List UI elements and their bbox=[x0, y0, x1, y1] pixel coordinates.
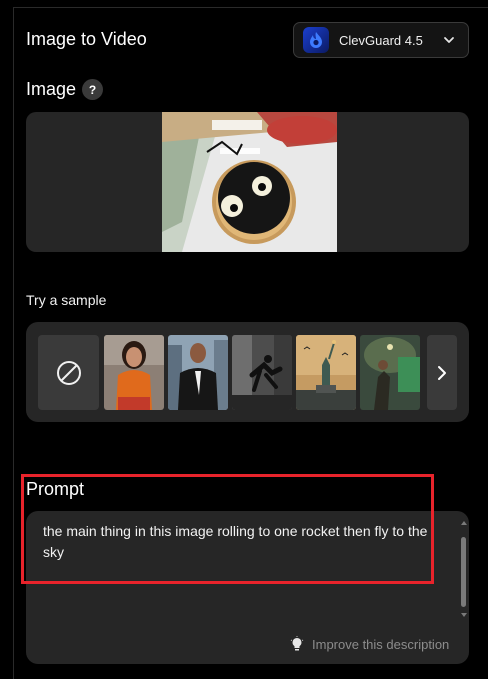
image-upload-panel[interactable] bbox=[26, 112, 469, 252]
prompt-textarea[interactable]: the main thing in this image rolling to … bbox=[26, 511, 469, 664]
prompt-scrollbar[interactable] bbox=[459, 521, 467, 619]
sample-man-suit[interactable] bbox=[168, 335, 228, 410]
image-heading: Image bbox=[26, 79, 77, 99]
lightbulb-icon bbox=[290, 636, 304, 651]
clevguard-logo-icon bbox=[303, 27, 329, 53]
sample-next-button[interactable] bbox=[427, 335, 457, 410]
scrollbar-thumb[interactable] bbox=[461, 537, 466, 607]
model-select-label: ClevGuard 4.5 bbox=[339, 32, 423, 48]
no-sample-button[interactable] bbox=[38, 335, 99, 410]
improve-description-button[interactable]: Improve this description bbox=[290, 636, 449, 652]
uploaded-image-preview bbox=[162, 112, 337, 252]
page-title: Image to Video bbox=[26, 29, 147, 49]
sample-subway-runner[interactable] bbox=[360, 335, 420, 410]
sample-label: Try a sample bbox=[26, 292, 107, 308]
prompt-text[interactable]: the main thing in this image rolling to … bbox=[43, 521, 438, 563]
model-select[interactable]: ClevGuard 4.5 bbox=[293, 22, 469, 58]
sample-runner-city[interactable] bbox=[232, 335, 292, 410]
scroll-up-icon[interactable] bbox=[461, 521, 467, 525]
sample-strip bbox=[26, 322, 469, 422]
sample-woman-orange-top[interactable] bbox=[104, 335, 164, 410]
sample-statue-of-liberty[interactable] bbox=[296, 335, 356, 410]
chevron-down-icon bbox=[442, 33, 456, 52]
scroll-down-icon[interactable] bbox=[461, 613, 467, 617]
top-divider bbox=[13, 7, 488, 8]
help-icon[interactable]: ? bbox=[82, 79, 103, 100]
chevron-right-icon bbox=[438, 365, 446, 380]
prompt-heading: Prompt bbox=[26, 479, 85, 499]
left-divider bbox=[13, 7, 14, 679]
improve-description-label: Improve this description bbox=[312, 636, 450, 652]
prohibited-icon bbox=[56, 360, 81, 385]
